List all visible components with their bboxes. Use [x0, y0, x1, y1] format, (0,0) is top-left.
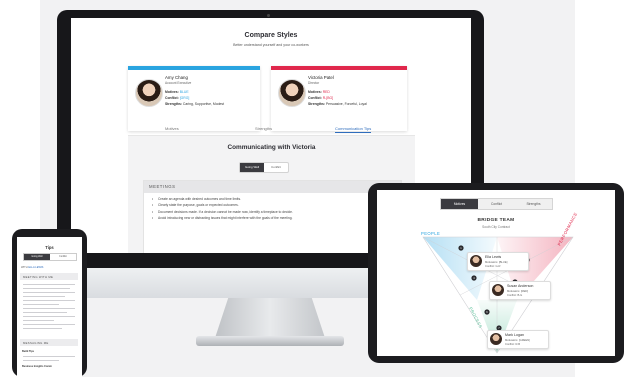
person-card-susan[interactable]: Susan Anderson Motivators: [RED] Conflic…	[489, 281, 551, 300]
person-name: Mark Logan	[505, 333, 524, 337]
conflict-line: Conflict: R-[BG]	[308, 96, 334, 100]
phone-screen: Tips Going Well Conflict WITH ELLA LEWIS…	[17, 237, 82, 377]
list-item: Create an agenda with desired outcomes a…	[152, 197, 392, 202]
camera-dot	[267, 14, 270, 17]
list-item: Clearly state the purpose, goals or expe…	[152, 203, 392, 208]
person-conflict: Conflict: B-G	[507, 293, 523, 297]
with-person: WITH ELLA LEWIS	[21, 266, 44, 269]
meetings-header-label: MEETINGS	[149, 184, 176, 189]
profile-name: Victoria Patel	[308, 75, 334, 80]
label-people: PEOPLE	[421, 231, 440, 236]
tab-communication-tips[interactable]: Communication Tips	[335, 126, 372, 133]
profile-name: Amy Chang	[165, 75, 188, 80]
page-subtitle: Better understand yourself and your co-w…	[233, 43, 309, 47]
profile-card-amy[interactable]: Amy Chang Account Executive Motives: BLU…	[128, 66, 260, 131]
card-color-bar	[128, 66, 260, 70]
imac-stand-foot	[196, 336, 344, 346]
avatar	[490, 333, 502, 345]
section-messaging-me[interactable]: MESSAGING ME	[20, 339, 78, 346]
ipad-screen: Motives Conflict Strengths BRIDGE TEAM S…	[377, 190, 615, 356]
page-title: Compare Styles	[244, 32, 298, 39]
section-title: Communicating with Victoria	[227, 144, 316, 151]
profile-role: Director	[308, 81, 320, 85]
tab-strengths[interactable]: Strengths	[255, 126, 272, 131]
meetings-list: Create an agenda with desired outcomes a…	[152, 197, 392, 223]
build-tips-label: Build Tips	[22, 350, 35, 353]
strengths-line: Strengths: Caring, Supportive, Modest	[165, 102, 225, 106]
phone-title: Tips	[45, 245, 54, 250]
meetings-header[interactable]: MEETINGS ⌃	[144, 181, 401, 193]
business-insights-label: Business Insights Comm	[22, 365, 52, 368]
conflict-line: Conflict: [GRG]	[165, 96, 190, 100]
phone-toggle: Going Well Conflict	[23, 253, 77, 261]
person-conflict: Conflict: G-R	[485, 264, 501, 268]
tip-lines	[23, 356, 75, 364]
going-well-conflict-toggle: Going Well Conflict	[239, 162, 289, 173]
section-meeting-with-me[interactable]: MEETING WITH ME	[20, 273, 78, 280]
list-item: Document decisions made. If a decision c…	[152, 210, 392, 215]
toggle-conflict[interactable]: Conflict	[50, 254, 76, 260]
list-item: Avoid introducing new or distracting iss…	[152, 216, 392, 221]
person-name: Susan Anderson	[507, 284, 534, 288]
toggle-going-well[interactable]: Going Well	[240, 163, 264, 172]
meetings-accordion: MEETINGS ⌃ Create an agenda with desired…	[143, 180, 402, 253]
profile-role: Account Executive	[165, 81, 192, 85]
tab-motives[interactable]: Motives	[165, 126, 179, 131]
avatar	[492, 284, 504, 296]
profile-card-victoria[interactable]: Victoria Patel Director Motives: RED Con…	[271, 66, 407, 131]
person-card-mark[interactable]: Mark Logan Motivators: [GREEN] Conflict:…	[487, 330, 549, 349]
motives-line: Motives: RED	[308, 90, 330, 94]
card-color-bar	[271, 66, 407, 70]
person-card-ella[interactable]: Ella Lewis Motivators: [BLUE] Conflict: …	[467, 252, 529, 271]
toggle-conflict[interactable]: Conflict	[264, 163, 288, 172]
motives-line: Motives: BLUE	[165, 90, 189, 94]
avatar	[470, 255, 482, 267]
imac-stand	[215, 298, 325, 338]
toggle-going-well[interactable]: Going Well	[24, 254, 50, 260]
strengths-line: Strengths: Persuasive, Forceful, Loyal	[308, 102, 367, 106]
tip-lines	[23, 284, 75, 332]
person-name: Ella Lewis	[485, 255, 502, 259]
avatar	[278, 79, 306, 107]
avatar	[135, 79, 163, 107]
tab-bar: Motives Strengths Communication Tips	[128, 125, 415, 136]
person-conflict: Conflict: R-B	[505, 342, 521, 346]
